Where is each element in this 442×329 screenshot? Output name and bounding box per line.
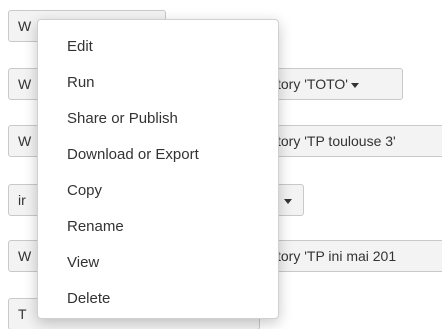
menu-item-view[interactable]: View bbox=[38, 248, 278, 284]
menu-item-delete[interactable]: Delete bbox=[38, 284, 278, 320]
menu-item-share-or-publish[interactable]: Share or Publish bbox=[38, 104, 278, 140]
workflow-button-history-text: tory 'TOTO' bbox=[277, 70, 359, 98]
workflow-button-label: ir bbox=[18, 192, 26, 208]
workflow-button-label: T bbox=[18, 306, 27, 322]
menu-item-download-or-export[interactable]: Download or Export bbox=[38, 140, 278, 176]
workflow-button-history-text: tory 'TP toulouse 3' bbox=[277, 133, 396, 149]
menu-item-edit[interactable]: Edit bbox=[38, 32, 278, 68]
menu-item-rename[interactable]: Rename bbox=[38, 212, 278, 248]
workflow-button-label: W bbox=[18, 18, 32, 34]
workflow-button-history-text: tory 'TP ini mai 201 bbox=[277, 248, 397, 264]
chevron-down-icon bbox=[350, 82, 359, 88]
workflow-list-view: W W tory 'TOTO' W tory 'TP toulouse 3' i… bbox=[0, 0, 442, 329]
workflow-context-menu: Edit Run Share or Publish Download or Ex… bbox=[37, 19, 279, 319]
menu-item-run[interactable]: Run bbox=[38, 68, 278, 104]
workflow-button-label: W bbox=[18, 133, 32, 149]
menu-item-copy[interactable]: Copy bbox=[38, 176, 278, 212]
workflow-button-label: W bbox=[18, 248, 32, 264]
workflow-button-label: W bbox=[18, 76, 32, 92]
chevron-down-icon bbox=[284, 186, 292, 214]
